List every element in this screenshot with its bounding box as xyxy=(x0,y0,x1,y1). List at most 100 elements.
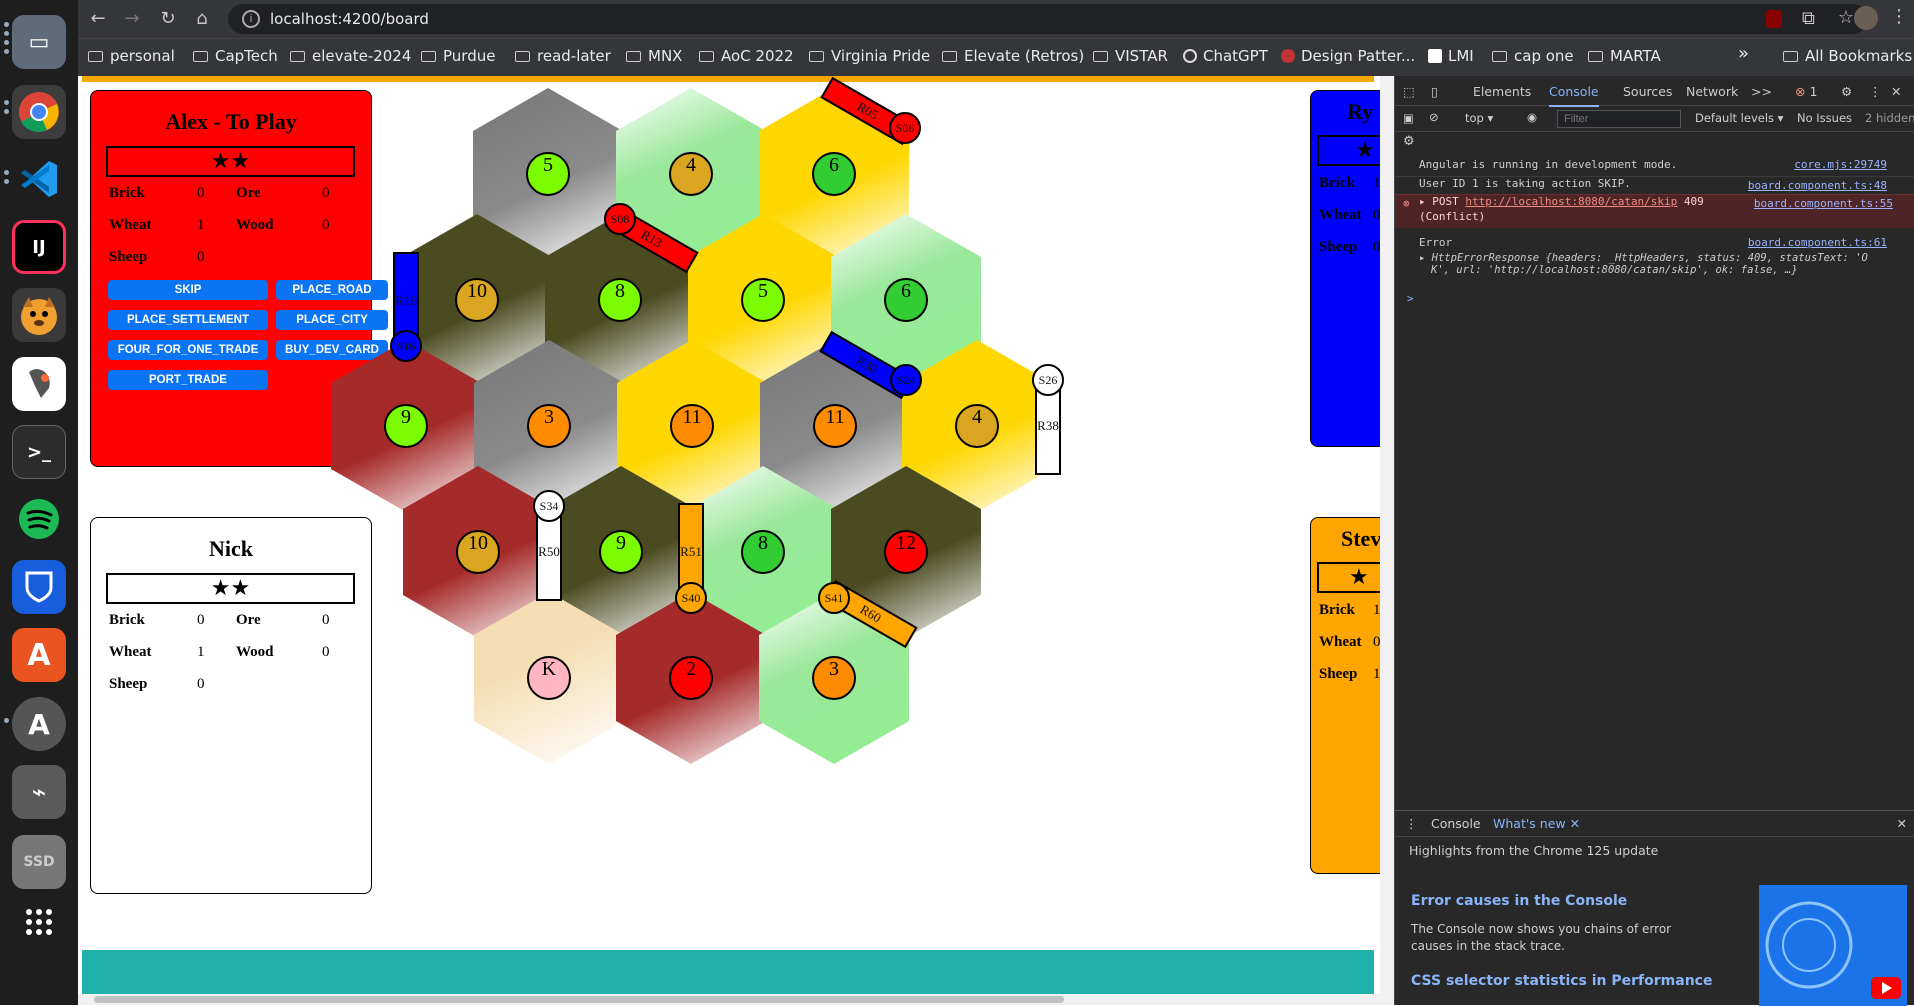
bookmark-folder[interactable]: Purdue xyxy=(421,47,495,65)
intellij-icon[interactable]: IJ xyxy=(12,220,66,274)
log-source-link[interactable]: board.component.ts:48 xyxy=(1748,179,1887,192)
bookmark-folder[interactable]: AoC 2022 xyxy=(699,47,794,65)
profile-avatar[interactable] xyxy=(1854,6,1878,30)
request-url-link[interactable]: http://localhost:8080/catan/skip xyxy=(1465,195,1677,208)
whats-new-video-thumbnail[interactable] xyxy=(1759,885,1907,1006)
bookmark-folder[interactable]: read-later xyxy=(515,47,611,65)
settlement-s26[interactable]: S26 xyxy=(1032,364,1064,396)
expand-triangle-icon[interactable]: ▸ xyxy=(1419,252,1425,264)
expand-triangle-icon[interactable]: ▸ xyxy=(1419,195,1426,208)
bookmark-folder[interactable]: elevate-2024 xyxy=(290,47,411,65)
bookmark-link[interactable]: Design Patter... xyxy=(1281,47,1415,65)
chrome-menu-icon[interactable]: ⋮ xyxy=(1890,6,1908,27)
clear-console-icon[interactable]: ⊘ xyxy=(1429,110,1439,124)
devtools-menu-icon[interactable]: ⋮ xyxy=(1869,84,1882,99)
address-bar[interactable]: i localhost:4200/board ☆ xyxy=(228,4,1868,34)
console-error-row[interactable]: ⊗ ▸ POST http://localhost:8080/catan/ski… xyxy=(1395,194,1914,228)
error-count-badge[interactable]: ⊗ 1 xyxy=(1795,84,1817,99)
bookmark-folder[interactable]: cap one xyxy=(1492,47,1574,65)
folder-icon xyxy=(88,51,103,62)
close-devtools-icon[interactable]: ✕ xyxy=(1891,84,1901,99)
issues-count[interactable]: No Issues xyxy=(1797,111,1852,125)
settlement-s40[interactable]: S40 xyxy=(675,582,707,614)
bookmark-folder[interactable]: MARTA xyxy=(1588,47,1661,65)
tab-sources[interactable]: Sources xyxy=(1623,84,1672,99)
device-toolbar-icon[interactable]: ▯ xyxy=(1431,84,1438,99)
bookmark-folder[interactable]: MNX xyxy=(626,47,682,65)
bookmarks-overflow-button[interactable]: » xyxy=(1738,43,1749,64)
spotify-icon[interactable] xyxy=(12,492,66,546)
number-token: 5 xyxy=(526,152,570,196)
app-store-icon[interactable]: A xyxy=(12,628,66,682)
console-filter-input[interactable] xyxy=(1557,110,1681,128)
postman-icon[interactable] xyxy=(12,357,66,411)
http-error-object[interactable]: ▸ HttpErrorResponse {headers: _HttpHeade… xyxy=(1419,252,1914,276)
bookmark-link[interactable]: LMI xyxy=(1428,47,1474,65)
forward-arrow-icon[interactable]: → xyxy=(120,7,144,31)
ssd-drive-icon[interactable]: SSD xyxy=(12,835,66,889)
site-info-icon[interactable]: i xyxy=(242,10,260,28)
software-updater-icon[interactable]: A xyxy=(12,697,66,751)
console-settings-icon[interactable]: ⚙ xyxy=(1403,134,1415,149)
tab-console[interactable]: Console xyxy=(1549,84,1599,107)
files-icon[interactable]: ▭ xyxy=(12,15,66,69)
more-tabs-icon[interactable]: >> xyxy=(1751,84,1772,99)
bookmark-folder[interactable]: Elevate (Retros) xyxy=(942,47,1084,65)
usb-drive-icon[interactable]: ⌁ xyxy=(12,765,66,819)
bookmark-folder[interactable]: personal xyxy=(88,47,175,65)
settlement-s08[interactable]: S08 xyxy=(604,203,636,235)
whats-new-item-title[interactable]: CSS selector statistics in Performance xyxy=(1411,973,1712,989)
extensions-puzzle-icon[interactable]: ⧉ xyxy=(1802,8,1815,29)
bookmark-folder[interactable]: CapTech xyxy=(193,47,278,65)
settlement-s24[interactable]: S24 xyxy=(890,364,922,396)
log-levels-dropdown[interactable]: Default levels ▾ xyxy=(1695,111,1783,125)
terminal-icon[interactable]: >_ xyxy=(12,425,66,479)
settlement-s41[interactable]: S41 xyxy=(818,582,850,614)
bitwarden-icon[interactable] xyxy=(12,560,66,614)
settlement-s34[interactable]: S34 xyxy=(533,490,565,522)
folder-icon xyxy=(290,51,305,62)
console-prompt[interactable]: > xyxy=(1395,292,1914,305)
log-source-link[interactable]: core.mjs:29749 xyxy=(1794,158,1887,171)
show-apps-grid-icon[interactable] xyxy=(12,895,66,949)
bookmark-star-icon[interactable]: ☆ xyxy=(1838,7,1854,28)
live-expression-eye-icon[interactable]: ◉ xyxy=(1527,110,1537,124)
sidebar-toggle-icon[interactable]: ▣ xyxy=(1403,111,1414,125)
bookmark-link[interactable]: ChatGPT xyxy=(1183,47,1268,65)
number-token: 11 xyxy=(813,404,857,448)
horizontal-scrollbar[interactable] xyxy=(78,994,1394,1005)
drawer-menu-icon[interactable]: ⋮ xyxy=(1405,816,1418,831)
bookmark-folder[interactable]: Virginia Pride xyxy=(809,47,930,65)
home-icon[interactable]: ⌂ xyxy=(190,7,214,31)
folder-icon xyxy=(1588,51,1603,62)
drawer-tab-whats-new[interactable]: What's new ✕ xyxy=(1493,816,1580,831)
game-page: Alex - To Play ★★ Brick 0 Ore 0 Wheat 1 … xyxy=(78,76,1394,1005)
back-arrow-icon[interactable]: ← xyxy=(86,7,110,31)
log-source-link[interactable]: board.component.ts:55 xyxy=(1754,197,1893,210)
reload-icon[interactable]: ↻ xyxy=(156,7,180,31)
ublock-extension-icon[interactable] xyxy=(1766,10,1782,28)
close-tab-icon[interactable]: ✕ xyxy=(1570,816,1580,831)
dog-app-icon[interactable] xyxy=(12,288,66,342)
chrome-icon[interactable] xyxy=(12,85,66,139)
drawer-tab-console[interactable]: Console xyxy=(1431,816,1481,831)
tab-network[interactable]: Network xyxy=(1686,84,1738,99)
bookmark-folder[interactable]: VISTAR xyxy=(1093,47,1168,65)
number-token: 10 xyxy=(455,278,499,322)
settings-gear-icon[interactable]: ⚙ xyxy=(1841,84,1852,99)
vscode-icon[interactable] xyxy=(12,152,66,206)
inspect-element-icon[interactable]: ⬚ xyxy=(1403,84,1415,99)
log-source-link[interactable]: board.component.ts:61 xyxy=(1748,236,1887,249)
close-drawer-icon[interactable]: ✕ xyxy=(1897,816,1907,831)
context-selector[interactable]: top ▾ xyxy=(1465,111,1493,125)
tab-elements[interactable]: Elements xyxy=(1473,84,1531,99)
number-token: 5 xyxy=(741,278,785,322)
all-bookmarks[interactable]: All Bookmarks xyxy=(1783,47,1912,65)
folder-icon xyxy=(193,51,208,62)
scrollbar-thumb[interactable] xyxy=(94,996,1064,1003)
folder-icon xyxy=(1783,51,1798,62)
whats-new-item-title[interactable]: Error causes in the Console xyxy=(1411,893,1627,909)
settlement-s16[interactable]: S16 xyxy=(390,330,422,362)
vertical-scrollbar[interactable] xyxy=(1380,76,1394,994)
settlement-s06[interactable]: S06 xyxy=(889,112,921,144)
